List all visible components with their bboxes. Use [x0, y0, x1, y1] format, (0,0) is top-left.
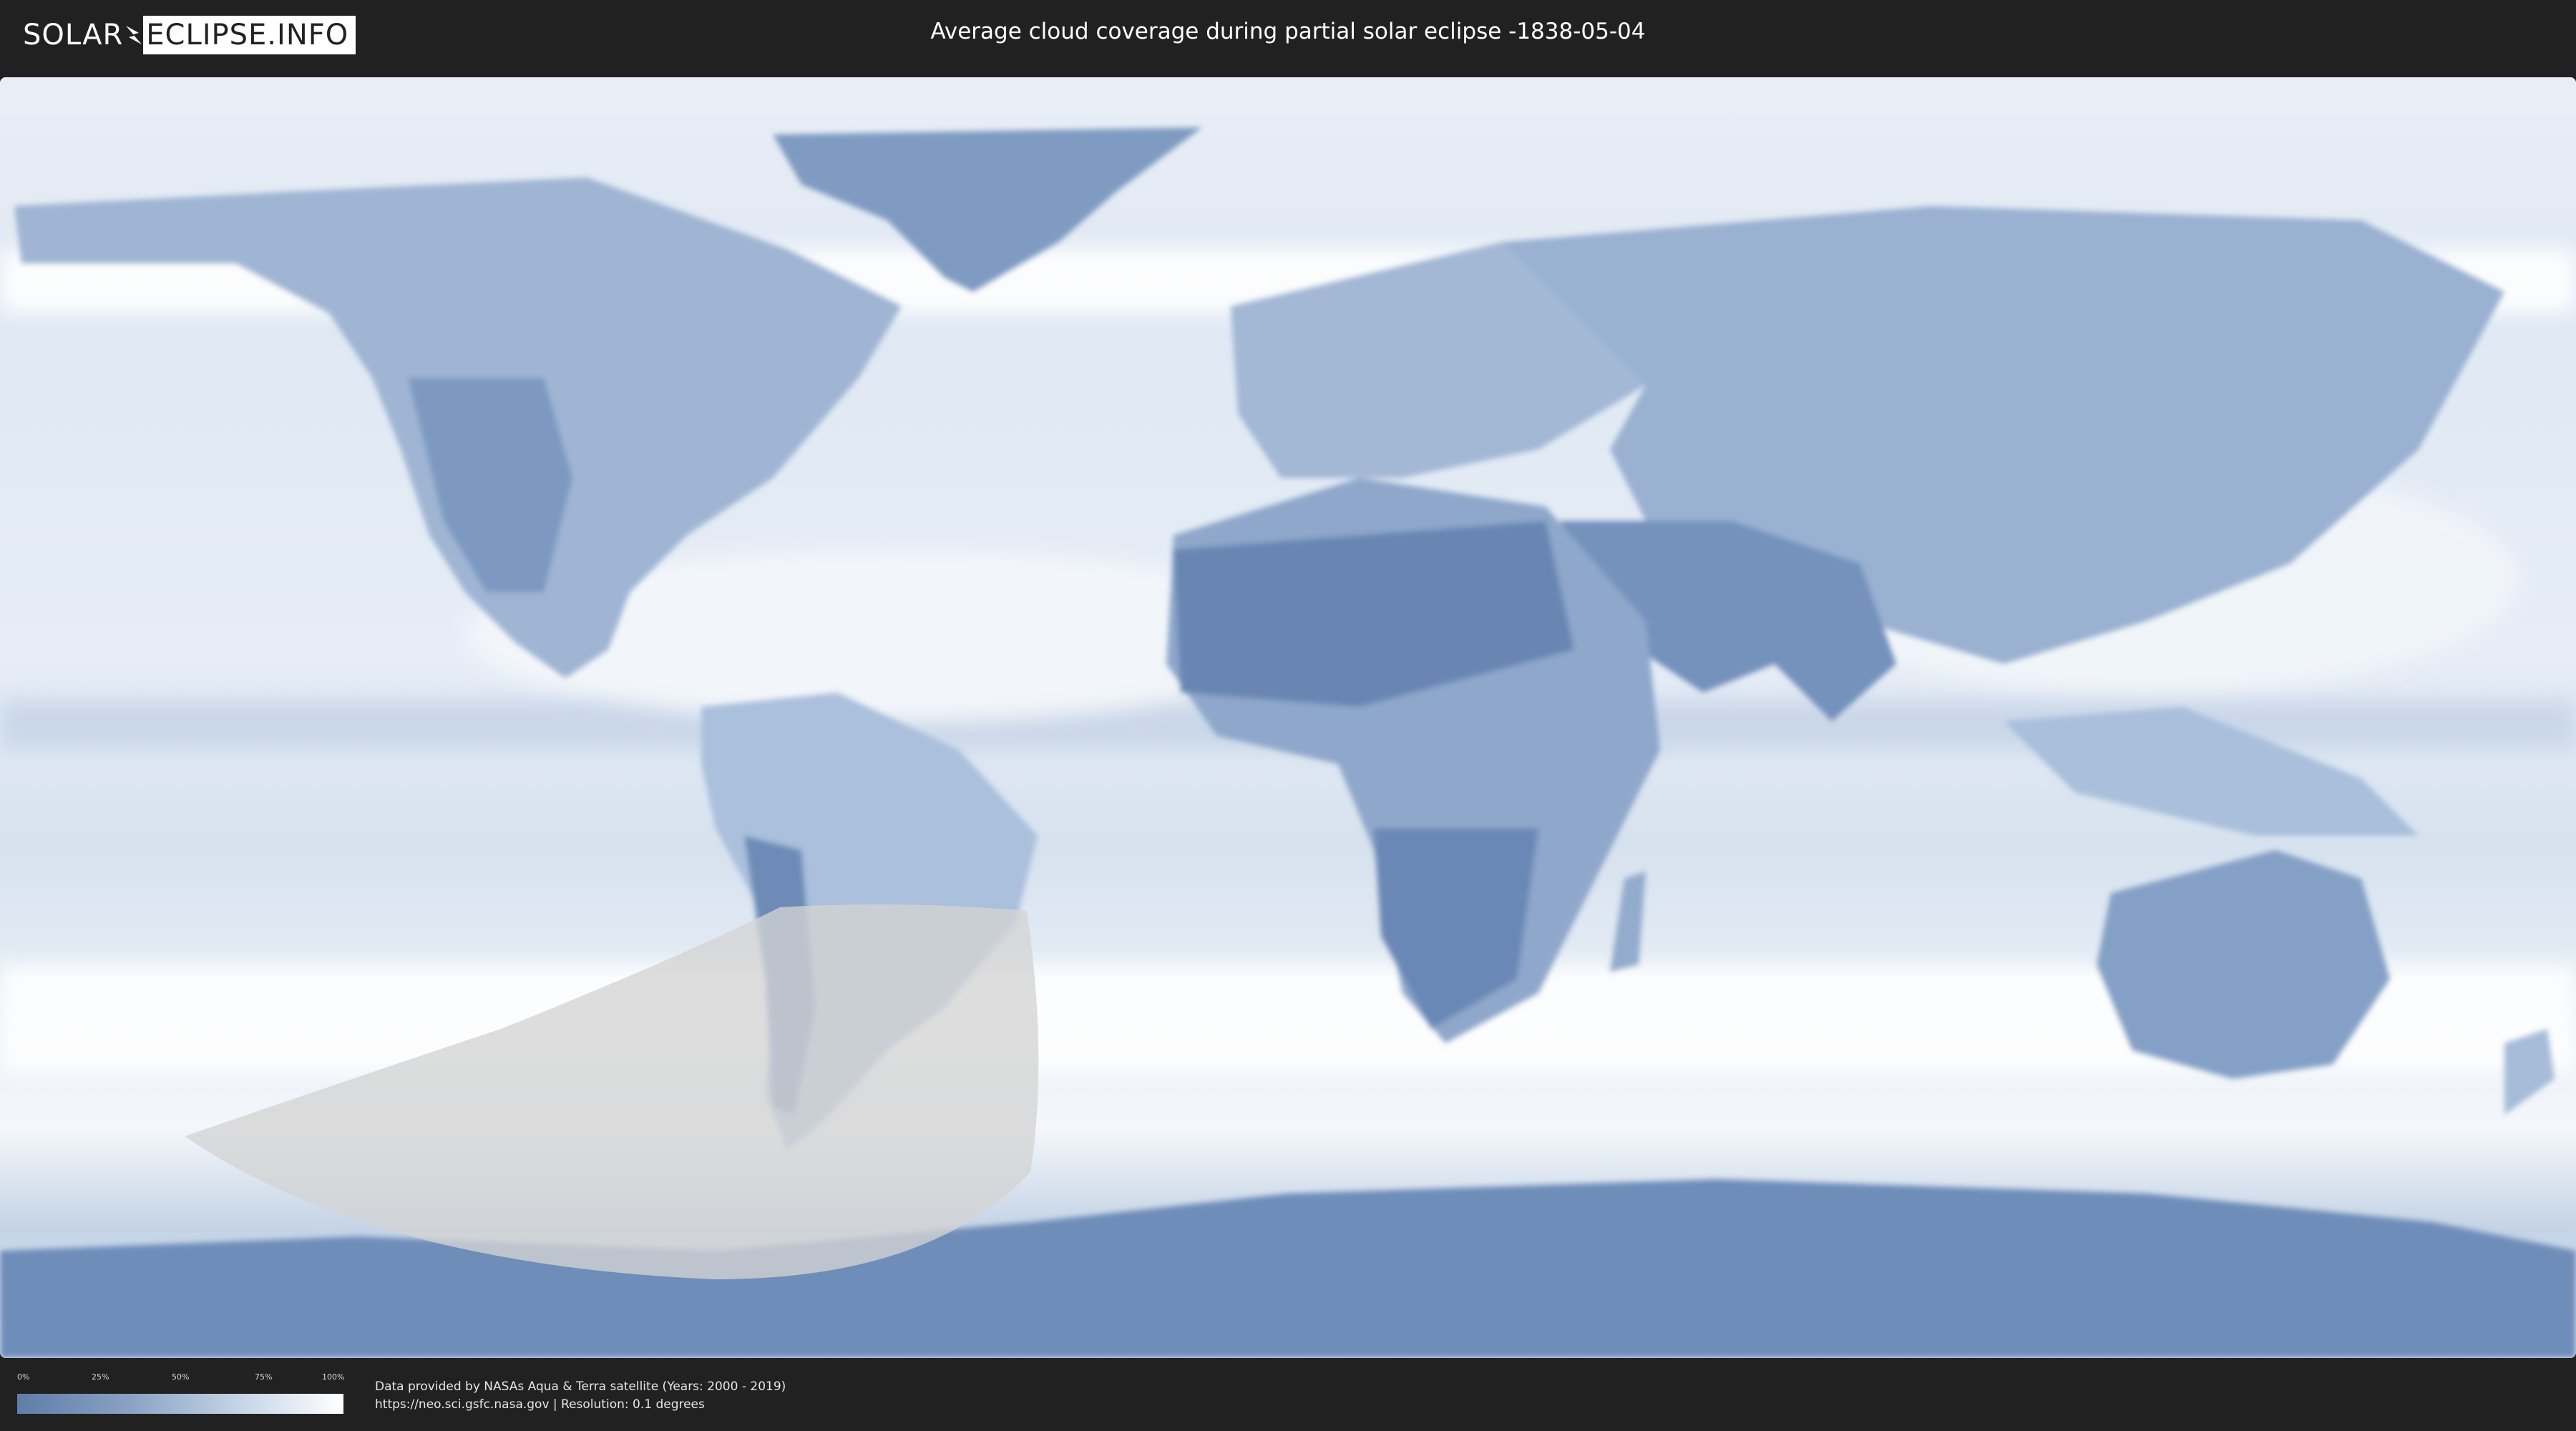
legend-tick-0: 0%: [17, 1372, 30, 1382]
credits-line-source: Data provided by NASAs Aqua & Terra sate…: [375, 1379, 786, 1394]
world-map-svg: [0, 77, 2576, 1358]
legend-tick-25: 25%: [92, 1372, 109, 1382]
legend-tick-100: 100%: [322, 1372, 345, 1382]
data-credits: Data provided by NASAs Aqua & Terra sate…: [375, 1378, 786, 1414]
page-title: Average cloud coverage during partial so…: [930, 19, 1646, 44]
legend-gradient-bar: [17, 1394, 343, 1414]
credits-line-url[interactable]: https://neo.sci.gsfc.nasa.gov | Resoluti…: [375, 1396, 786, 1414]
top-bar: SOLAR ECLIPSE.INFO Average cloud coverag…: [0, 0, 2576, 72]
legend-tick-50: 50%: [172, 1372, 190, 1382]
cloud-coverage-map[interactable]: [0, 77, 2576, 1358]
legend-tick-75: 75%: [255, 1372, 273, 1382]
